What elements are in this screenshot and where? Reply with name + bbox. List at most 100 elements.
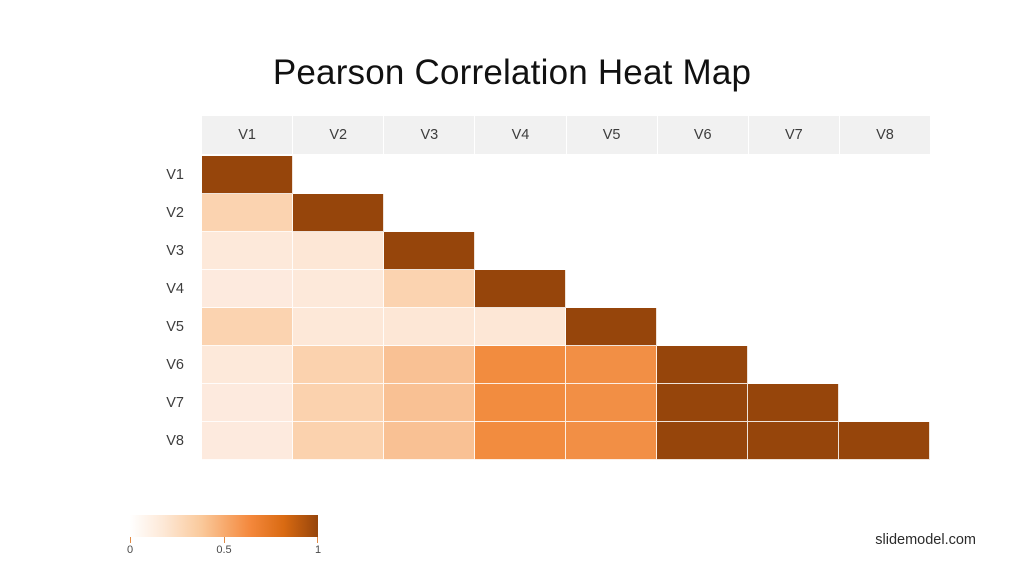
heatmap-cell-v4-v6 xyxy=(657,270,748,308)
heatmap-cell-v1-v5 xyxy=(566,156,657,194)
heatmap-cell-v6-v2 xyxy=(293,346,384,384)
heatmap-cell-v4-v7 xyxy=(748,270,839,308)
heatmap-cell-v1-v2 xyxy=(293,156,384,194)
heatmap-cell-v5-v4 xyxy=(475,308,566,346)
heatmap-cell-v6-v6 xyxy=(657,346,748,384)
column-header-v8: V8 xyxy=(876,127,894,143)
legend-tick-mark xyxy=(224,537,225,543)
color-scale-ticks: 0 0.5 1 xyxy=(126,537,322,560)
heatmap-cell-v3-v3 xyxy=(384,232,475,270)
heatmap-cell-v5-v1 xyxy=(202,308,293,346)
heatmap-chart: V1 V2 V3 V4 V5 V6 V7 V8 V1 V2 V3 V4 V5 V6 V7 V8 xyxy=(166,116,930,465)
heatmap-cell-v3-v8 xyxy=(839,232,930,270)
heatmap-cell-v1-v1 xyxy=(202,156,293,194)
heatmap-cell-v3-v2 xyxy=(293,232,384,270)
heatmap-cell-v1-v7 xyxy=(748,156,839,194)
heatmap-cell-v5-v7 xyxy=(748,308,839,346)
heatmap-cell-v4-v5 xyxy=(566,270,657,308)
heatmap-cell-v7-v8 xyxy=(839,384,930,422)
heatmap-cell-v4-v4 xyxy=(475,270,566,308)
column-header-v5: V5 xyxy=(567,116,658,154)
heatmap-cell-v8-v8 xyxy=(839,422,930,460)
color-gradient-bar xyxy=(130,515,318,537)
row-label-v1: V1 xyxy=(166,167,184,183)
heatmap-cell-v6-v4 xyxy=(475,346,566,384)
heatmap-cell-v7-v1 xyxy=(202,384,293,422)
heatmap-cell-v2-v6 xyxy=(657,194,748,232)
heatmap-row xyxy=(202,270,930,308)
heatmap-row-labels: V1 V2 V3 V4 V5 V6 V7 V8 xyxy=(124,156,190,460)
heatmap-cell-v1-v6 xyxy=(657,156,748,194)
heatmap-row xyxy=(202,194,930,232)
heatmap-cell-v8-v4 xyxy=(475,422,566,460)
row-label-v2: V2 xyxy=(166,205,184,221)
heatmap-cell-v4-v1 xyxy=(202,270,293,308)
heatmap-cell-v6-v5 xyxy=(566,346,657,384)
heatmap-cell-v7-v4 xyxy=(475,384,566,422)
heatmap-cell-v4-v3 xyxy=(384,270,475,308)
heatmap-row xyxy=(202,308,930,346)
heatmap-cell-v2-v7 xyxy=(748,194,839,232)
heatmap-row xyxy=(202,346,930,384)
heatmap-cell-v7-v5 xyxy=(566,384,657,422)
heatmap-cell-v8-v1 xyxy=(202,422,293,460)
heatmap-cell-v6-v3 xyxy=(384,346,475,384)
column-header-v3: V3 xyxy=(384,116,476,154)
heatmap-cell-v7-v6 xyxy=(657,384,748,422)
row-label-v4: V4 xyxy=(166,281,184,297)
heatmap-cell-v2-v1 xyxy=(202,194,293,232)
column-header-v2: V2 xyxy=(293,116,385,154)
row-label-v3: V3 xyxy=(166,243,184,259)
heatmap-cell-v8-v3 xyxy=(384,422,475,460)
heatmap-cell-v3-v1 xyxy=(202,232,293,270)
heatmap-cell-v7-v3 xyxy=(384,384,475,422)
legend-tick-mark xyxy=(317,537,318,543)
heatmap-cell-v3-v6 xyxy=(657,232,748,270)
heatmap-cell-v5-v3 xyxy=(384,308,475,346)
heatmap-cell-v2-v5 xyxy=(566,194,657,232)
color-scale-legend: 0 0.5 1 xyxy=(126,515,322,560)
heatmap-cell-v7-v7 xyxy=(748,384,839,422)
heatmap-cell-v6-v7 xyxy=(748,346,839,384)
heatmap-cell-v2-v4 xyxy=(475,194,566,232)
heatmap-cell-v1-v3 xyxy=(384,156,475,194)
heatmap-cell-v3-v7 xyxy=(748,232,839,270)
row-label-v7: V7 xyxy=(166,395,184,411)
heatmap-row xyxy=(202,156,930,194)
column-header-v6: V6 xyxy=(658,116,749,154)
heatmap-cell-v1-v8 xyxy=(839,156,930,194)
legend-tick-label: 1 xyxy=(314,544,322,556)
heatmap-grid xyxy=(202,156,930,460)
heatmap-row xyxy=(202,232,930,270)
page-title: Pearson Correlation Heat Map xyxy=(272,53,752,93)
heatmap-cell-v4-v2 xyxy=(293,270,384,308)
heatmap-cell-v8-v7 xyxy=(748,422,839,460)
heatmap-row xyxy=(202,384,930,422)
column-header-v7: V7 xyxy=(749,116,840,154)
heatmap-cell-v5-v5 xyxy=(566,308,657,346)
row-label-v5: V5 xyxy=(166,319,184,335)
heatmap-cell-v8-v5 xyxy=(566,422,657,460)
heatmap-cell-v2-v3 xyxy=(384,194,475,232)
row-label-v8: V8 xyxy=(166,433,184,449)
heatmap-cell-v7-v2 xyxy=(293,384,384,422)
legend-tick-label: 0.5 xyxy=(216,544,232,556)
column-header-v4: V4 xyxy=(475,116,567,154)
heatmap-cell-v5-v8 xyxy=(839,308,930,346)
legend-tick-mark xyxy=(130,537,131,543)
heatmap-cell-v1-v4 xyxy=(475,156,566,194)
heatmap-cell-v2-v2 xyxy=(293,194,384,232)
heatmap-cell-v3-v5 xyxy=(566,232,657,270)
row-label-v6: V6 xyxy=(166,357,184,373)
heatmap-cell-v5-v2 xyxy=(293,308,384,346)
heatmap-cell-v6-v8 xyxy=(839,346,930,384)
column-header-v1: V1 xyxy=(202,116,294,154)
heatmap-cell-v8-v2 xyxy=(293,422,384,460)
heatmap-cell-v2-v8 xyxy=(839,194,930,232)
heatmap-cell-v6-v1 xyxy=(202,346,293,384)
heatmap-row xyxy=(202,422,930,460)
legend-tick-label: 0 xyxy=(126,544,134,556)
heatmap-cell-v3-v4 xyxy=(475,232,566,270)
heatmap-cell-v4-v8 xyxy=(839,270,930,308)
watermark-label: slidemodel.com xyxy=(875,532,976,548)
